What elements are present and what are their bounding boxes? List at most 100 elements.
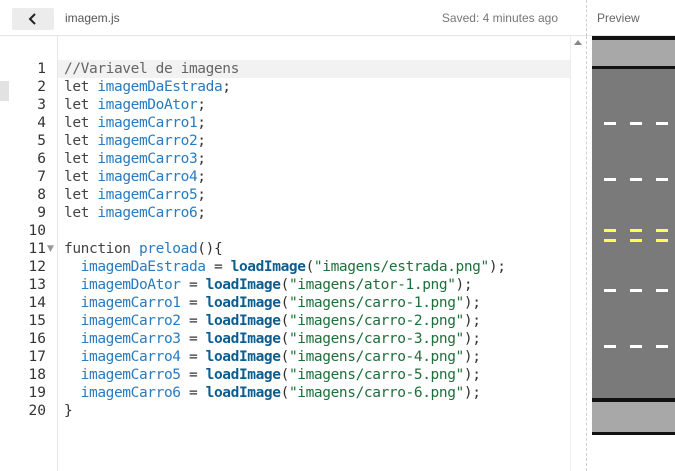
code-line[interactable]: let imagemCarro6; <box>64 204 206 222</box>
code-line[interactable]: let imagemCarro2; <box>64 132 206 150</box>
code-editor[interactable]: 1 2 3 4 5 6 7 8 9 10 11 ▼ 12 13 14 15 16 17 18 19 20 //Varia… <box>0 36 586 471</box>
sidewalk-top <box>592 40 675 66</box>
code-line[interactable]: imagemCarro4 = loadImage("imagens/carro-… <box>64 348 481 366</box>
code-token: imagemCarro2 <box>97 133 198 149</box>
code-token: imagemCarro6 <box>64 385 181 401</box>
lane-dash <box>604 289 616 292</box>
code-line[interactable]: let imagemCarro3; <box>64 150 206 168</box>
code-line[interactable]: imagemDaEstrada = loadImage("imagens/est… <box>64 258 506 276</box>
code-token: function <box>64 241 139 257</box>
code-token: = <box>180 277 206 293</box>
code-token: ); <box>463 331 481 347</box>
line-number: 4 <box>37 115 46 131</box>
code-token: "imagens/ator-1.png" <box>288 277 456 293</box>
code-token: ; <box>197 115 206 131</box>
code-token: = <box>180 295 206 311</box>
code-line[interactable]: } <box>64 402 73 420</box>
code-line[interactable]: imagemCarro2 = loadImage("imagens/carro-… <box>64 312 481 330</box>
code-line[interactable]: function preload(){ <box>64 240 223 258</box>
code-token: ; <box>197 205 206 221</box>
lane-dash <box>630 289 642 292</box>
code-token: "imagens/carro-3.png" <box>288 331 464 347</box>
lane-dash <box>630 345 642 348</box>
panel-divider <box>586 0 587 36</box>
code-token: //Variavel de imagens <box>64 61 239 77</box>
code-line[interactable]: let imagemCarro4; <box>64 168 206 186</box>
line-number: 6 <box>37 151 46 167</box>
code-token: loadImage <box>205 385 281 401</box>
back-button[interactable] <box>12 8 54 30</box>
code-token: "imagens/carro-5.png" <box>288 367 464 383</box>
preview-label: Preview <box>597 11 640 25</box>
code-token: ( <box>280 367 290 383</box>
road-surface <box>592 36 675 435</box>
sidewalk-bottom <box>592 402 675 432</box>
save-status: Saved: 4 minutes ago <box>441 11 558 25</box>
center-dash <box>604 239 616 242</box>
code-token: ); <box>463 313 481 329</box>
scroll-up-arrow-icon[interactable] <box>574 40 582 45</box>
code-line[interactable]: //Variavel de imagens <box>64 60 239 78</box>
line-number: 5 <box>37 133 46 149</box>
code-token: imagemDaEstrada <box>64 259 206 275</box>
line-number: 16 <box>28 331 46 347</box>
code-token: = <box>205 259 231 275</box>
code-token: imagemDoAtor <box>97 97 198 113</box>
code-line[interactable]: imagemCarro1 = loadImage("imagens/carro-… <box>64 294 481 312</box>
lane-dash <box>630 178 642 181</box>
file-name: imagem.js <box>65 11 120 25</box>
code-token: ( <box>280 385 290 401</box>
code-line[interactable]: let imagemDaEstrada; <box>64 78 231 96</box>
code-token: loadImage <box>205 313 281 329</box>
code-token: ; <box>197 97 206 113</box>
code-line[interactable]: let imagemCarro5; <box>64 186 206 204</box>
code-token: = <box>180 367 206 383</box>
line-number: 20 <box>28 403 46 419</box>
code-token: imagemCarro1 <box>97 115 198 131</box>
center-dash <box>604 229 616 232</box>
code-line[interactable]: imagemCarro6 = loadImage("imagens/carro-… <box>64 384 481 402</box>
line-number: 2 <box>37 79 46 95</box>
code-token: ); <box>455 277 473 293</box>
code-line[interactable]: let imagemCarro1; <box>64 114 206 132</box>
code-token: imagemCarro3 <box>97 151 198 167</box>
line-number: 19 <box>28 385 46 401</box>
code-token: ( <box>305 259 315 275</box>
code-line[interactable]: imagemCarro3 = loadImage("imagens/carro-… <box>64 330 481 348</box>
code-area[interactable]: //Variavel de imagens let imagemDaEstrada… <box>58 36 570 471</box>
code-token: ( <box>280 277 290 293</box>
lane-dash <box>604 178 616 181</box>
code-line[interactable]: imagemCarro5 = loadImage("imagens/carro-… <box>64 366 481 384</box>
code-token: ( <box>280 313 290 329</box>
code-line[interactable]: let imagemDoAtor; <box>64 96 206 114</box>
code-token: imagemCarro4 <box>64 349 181 365</box>
lane-dash <box>656 178 668 181</box>
code-token: let <box>64 79 98 95</box>
lane-dash <box>656 122 668 125</box>
code-token: imagemCarro5 <box>64 367 181 383</box>
code-token: imagemDaEstrada <box>97 79 223 95</box>
line-number: 13 <box>28 277 46 293</box>
code-token: imagemCarro3 <box>64 331 181 347</box>
preview-canvas[interactable] <box>592 36 675 435</box>
code-token: = <box>180 313 206 329</box>
code-token: ); <box>488 259 506 275</box>
line-number: 8 <box>37 187 46 203</box>
fold-arrow-icon[interactable]: ▼ <box>47 240 57 258</box>
code-token: imagemCarro4 <box>97 169 198 185</box>
code-token: let <box>64 115 98 131</box>
editor-scrollbar[interactable] <box>570 36 586 471</box>
code-line[interactable]: imagemDoAtor = loadImage("imagens/ator-1… <box>64 276 473 294</box>
code-token: ; <box>197 169 206 185</box>
code-token: imagemCarro2 <box>64 313 181 329</box>
code-token: (){ <box>197 241 223 257</box>
road-preview <box>592 36 675 435</box>
chevron-left-icon <box>28 13 36 25</box>
line-number: 14 <box>28 295 46 311</box>
panel-divider <box>586 36 587 471</box>
line-number: 1 <box>37 61 46 77</box>
code-token: let <box>64 205 98 221</box>
code-token: loadImage <box>205 367 281 383</box>
code-token: = <box>180 349 206 365</box>
code-token: let <box>64 187 98 203</box>
